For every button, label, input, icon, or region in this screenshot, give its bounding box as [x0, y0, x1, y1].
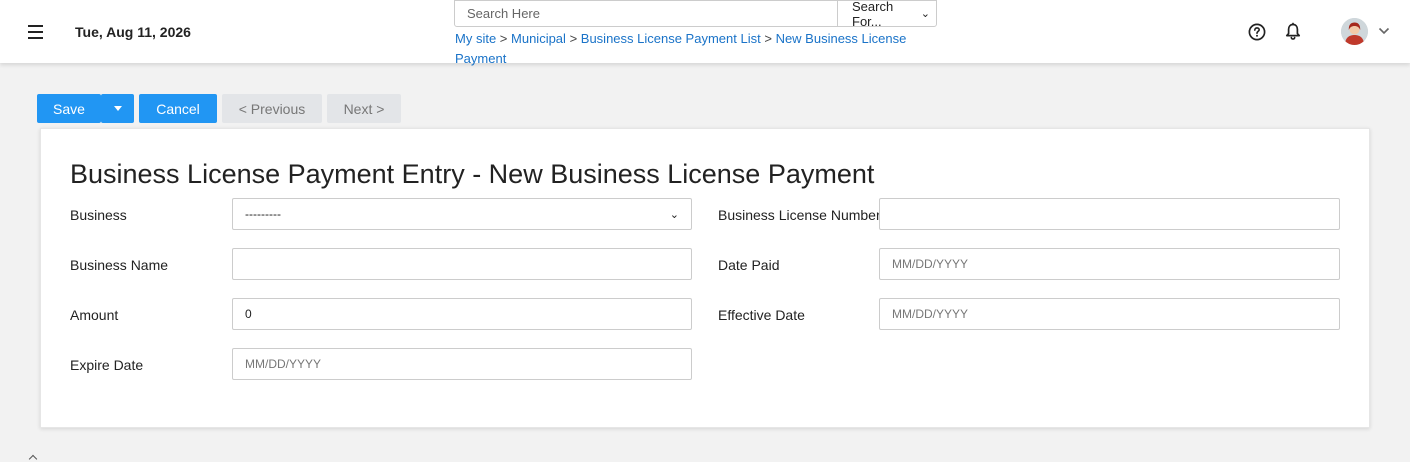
business-select-value: --------- — [245, 207, 281, 221]
breadcrumb: My site > Municipal > Business License P… — [455, 29, 915, 69]
business-select[interactable]: --------- ⌄ — [232, 198, 692, 230]
breadcrumb-my-site[interactable]: My site — [455, 31, 496, 46]
search-scope-select[interactable]: Search For... ⌄ — [837, 0, 937, 29]
license-number-label: Business License Number — [718, 207, 881, 223]
caret-down-icon — [113, 106, 122, 111]
business-name-field[interactable] — [232, 248, 692, 280]
current-date: Tue, Aug 11, 2026 — [75, 24, 191, 40]
breadcrumb-municipal[interactable]: Municipal — [511, 31, 566, 46]
page-title: Business License Payment Entry - New Bus… — [70, 159, 875, 189]
chevron-down-icon: ⌄ — [669, 208, 679, 221]
help-icon[interactable] — [1248, 23, 1266, 41]
next-button[interactable]: Next > — [327, 94, 401, 123]
search-scope-label: Search For... — [852, 0, 894, 29]
expire-date-label: Expire Date — [70, 357, 144, 373]
breadcrumb-separator: > — [569, 31, 578, 46]
breadcrumb-separator: > — [499, 31, 508, 46]
breadcrumb-payment-list[interactable]: Business License Payment List — [581, 31, 761, 46]
date-paid-field[interactable]: MM/DD/YYYY — [879, 248, 1340, 280]
menu-icon[interactable] — [26, 20, 46, 42]
scroll-hint-icon — [28, 454, 38, 462]
top-bar: Tue, Aug 11, 2026 Search For... ⌄ My sit… — [0, 0, 1410, 66]
effective-date-label: Effective Date — [718, 307, 805, 323]
save-button[interactable]: Save — [37, 94, 101, 123]
amount-field[interactable]: 0 — [232, 298, 692, 330]
license-number-field[interactable] — [879, 198, 1340, 230]
save-options-button[interactable] — [101, 94, 134, 123]
chevron-down-icon: ⌄ — [920, 8, 930, 20]
bell-icon[interactable] — [1284, 22, 1302, 41]
effective-date-field[interactable]: MM/DD/YYYY — [879, 298, 1340, 330]
breadcrumb-separator: > — [764, 31, 772, 46]
chevron-down-icon[interactable] — [1378, 26, 1390, 36]
date-paid-label: Date Paid — [718, 257, 780, 273]
business-label: Business — [70, 207, 127, 223]
business-name-label: Business Name — [70, 257, 169, 273]
search-input[interactable] — [454, 0, 838, 27]
expire-date-field[interactable]: MM/DD/YYYY — [232, 348, 692, 380]
cancel-button[interactable]: Cancel — [139, 94, 217, 123]
form-card: Business License Payment Entry - New Bus… — [40, 128, 1370, 428]
amount-label: Amount — [70, 307, 119, 323]
previous-button[interactable]: < Previous — [222, 94, 322, 123]
avatar[interactable] — [1341, 18, 1368, 45]
